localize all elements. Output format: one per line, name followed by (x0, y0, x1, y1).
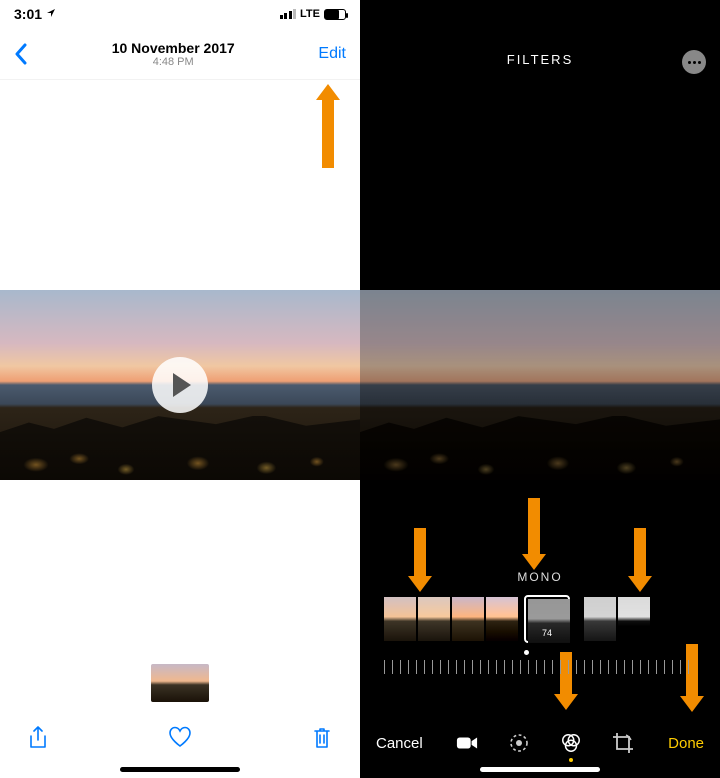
video-tool-button[interactable] (456, 732, 478, 754)
filter-thumb-selected[interactable]: 74 (524, 595, 570, 643)
done-button[interactable]: Done (668, 735, 704, 752)
home-indicator[interactable] (120, 767, 240, 772)
share-button[interactable] (28, 726, 48, 750)
play-button[interactable] (152, 357, 208, 413)
edit-button[interactable]: Edit (318, 45, 346, 63)
photo-time: 4:48 PM (28, 56, 318, 68)
status-bar: 3:01 LTE (0, 0, 360, 28)
slider-origin-dot (524, 650, 529, 655)
filter-thumb[interactable] (584, 597, 616, 641)
crop-tool-button[interactable] (612, 732, 634, 754)
edit-mode-title: FILTERS (507, 52, 574, 67)
nav-bar: 10 November 2017 4:48 PM Edit (0, 28, 360, 80)
play-icon (173, 373, 191, 397)
carrier-text: LTE (300, 8, 320, 20)
share-icon (28, 726, 48, 750)
filtered-image (360, 290, 720, 480)
active-filter-name: MONO (360, 570, 720, 584)
scrubber-thumb[interactable] (151, 664, 209, 702)
adjust-icon (508, 732, 530, 754)
filters-icon (560, 732, 582, 754)
filter-carousel[interactable]: 74 (384, 596, 696, 642)
video-icon (456, 735, 478, 751)
edit-header: FILTERS (360, 52, 720, 67)
back-button[interactable] (14, 43, 28, 65)
filters-tool-button[interactable] (560, 732, 582, 754)
filter-thumb[interactable] (486, 597, 518, 641)
thumbnail-scrubber[interactable] (0, 658, 360, 708)
favorite-button[interactable] (168, 726, 192, 748)
home-indicator[interactable] (480, 767, 600, 772)
edit-tool-group (423, 732, 668, 754)
photo-date: 10 November 2017 (28, 40, 318, 56)
adjust-tool-button[interactable] (508, 732, 530, 754)
trash-icon (312, 726, 332, 750)
cancel-button[interactable]: Cancel (376, 735, 423, 752)
filter-thumb[interactable] (452, 597, 484, 641)
chevron-left-icon (14, 43, 28, 65)
filter-intensity-value: 74 (542, 628, 552, 638)
photo-edit-screen: FILTERS MONO 74 Cancel (360, 0, 720, 778)
status-time: 3:01 (14, 6, 56, 22)
photo-edit-preview[interactable] (360, 290, 720, 480)
annotation-arrow (528, 498, 540, 556)
intensity-slider[interactable] (384, 656, 696, 678)
status-right: LTE (280, 8, 346, 20)
crop-icon (612, 732, 634, 754)
more-button[interactable] (682, 50, 706, 74)
signal-icon (280, 9, 297, 19)
photo-viewer-screen: 3:01 LTE 10 November 2017 4:48 PM Edit (0, 0, 360, 778)
filter-thumb[interactable] (384, 597, 416, 641)
heart-icon (168, 726, 192, 748)
photo-preview[interactable] (0, 290, 360, 480)
clock-text: 3:01 (14, 6, 42, 22)
filter-thumb[interactable] (618, 597, 650, 641)
delete-button[interactable] (312, 726, 332, 750)
filter-thumb[interactable] (418, 597, 450, 641)
slider-ticks (384, 660, 696, 674)
annotation-arrow (322, 98, 334, 168)
location-icon (46, 8, 56, 18)
nav-title: 10 November 2017 4:48 PM (28, 40, 318, 68)
battery-icon (324, 9, 346, 20)
